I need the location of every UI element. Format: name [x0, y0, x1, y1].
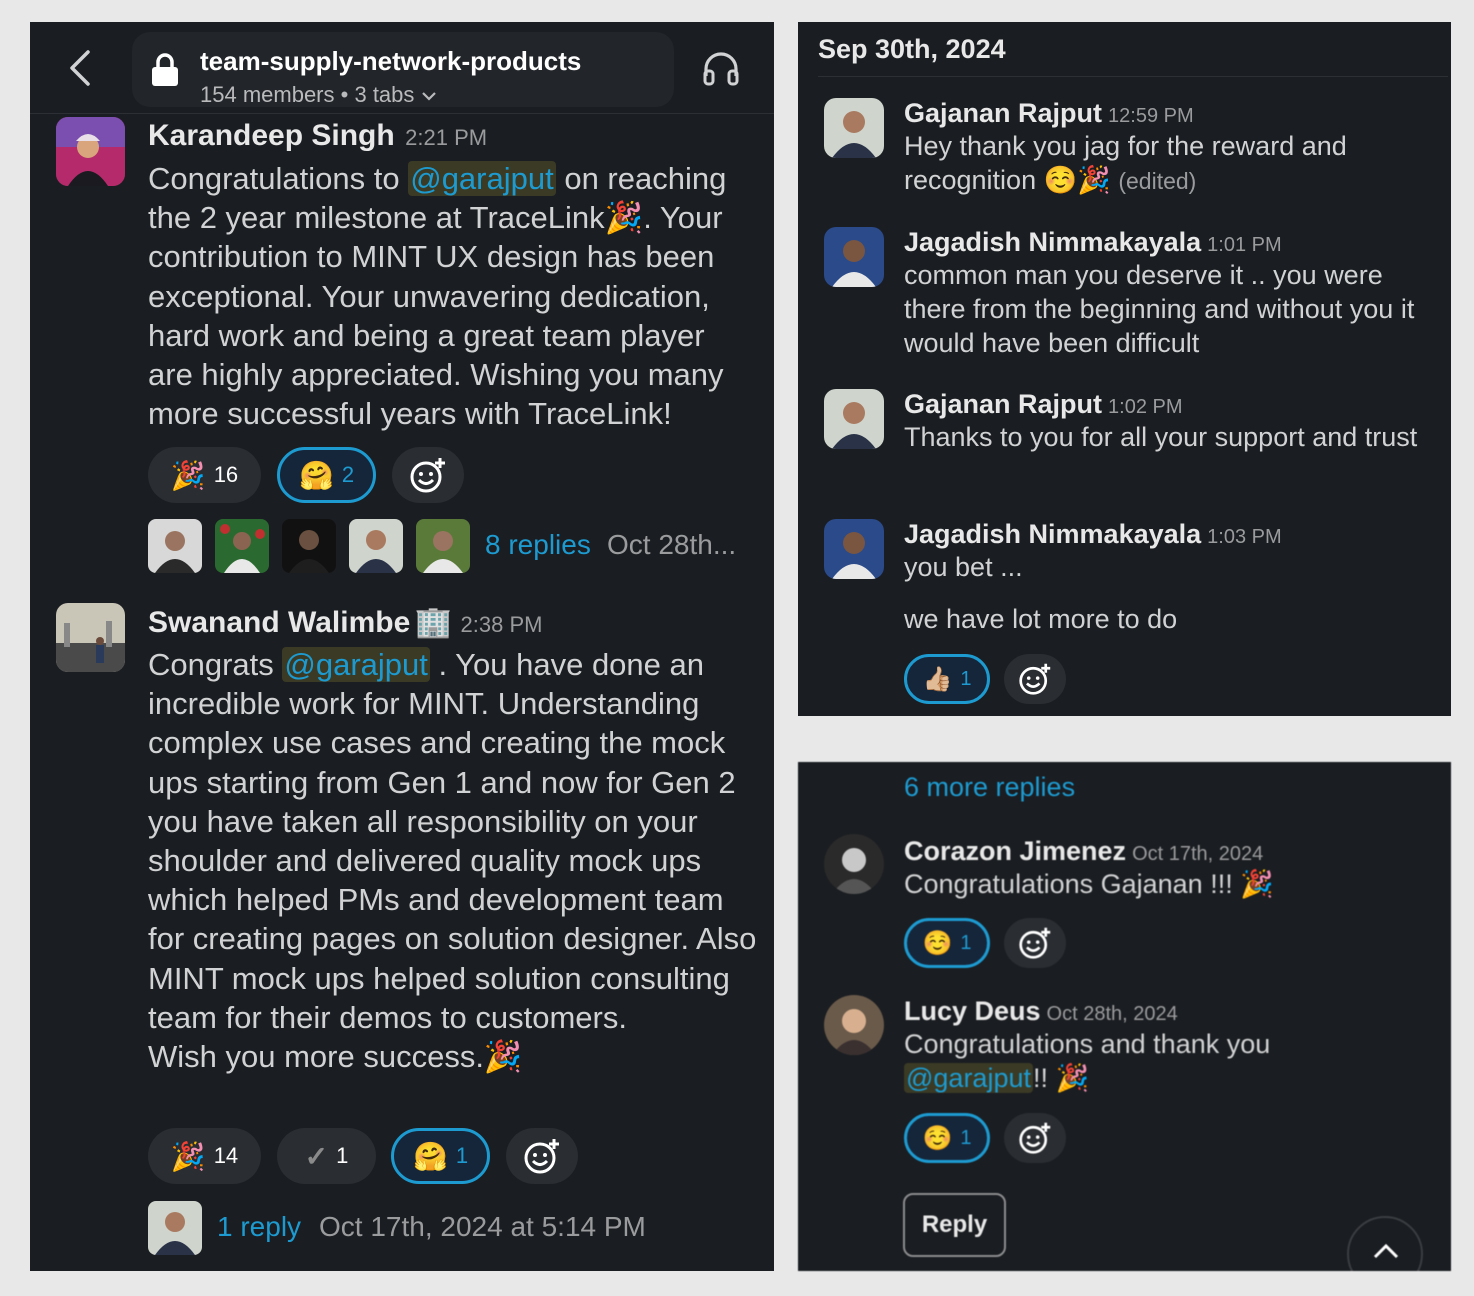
- message-body: Congrats @garajput . You have done an in…: [148, 647, 757, 1075]
- user-mention[interactable]: @garajput: [282, 647, 430, 682]
- reaction-smile[interactable]: ☺️ 1: [904, 918, 990, 968]
- author-name[interactable]: Gajanan Rajput: [904, 98, 1102, 128]
- author-name[interactable]: Lucy Deus: [904, 996, 1041, 1026]
- replies-link[interactable]: 1 reply: [217, 1211, 301, 1243]
- replies-link[interactable]: 8 replies: [485, 529, 591, 561]
- avatar[interactable]: [824, 98, 884, 158]
- avatar[interactable]: [56, 117, 125, 186]
- reaction-tada[interactable]: 🎉 16: [148, 447, 261, 503]
- author-name[interactable]: Karandeep Singh: [148, 119, 395, 152]
- user-mention[interactable]: @garajput: [904, 1063, 1033, 1093]
- author-name[interactable]: Corazon Jimenez: [904, 836, 1126, 866]
- add-emoji-icon: [1019, 663, 1051, 695]
- timestamp: Oct 28th, 2024: [1046, 1003, 1178, 1025]
- timestamp: 1:02 PM: [1108, 396, 1183, 418]
- timestamp: 2:21 PM: [405, 125, 488, 150]
- replier-avatar: [148, 519, 202, 573]
- message-body: Thanks to you for all your support and t…: [904, 422, 1418, 452]
- timestamp: 1:01 PM: [1207, 234, 1282, 256]
- date-divider: Sep 30th, 2024: [818, 34, 1006, 64]
- member-count: 154 members: [200, 82, 335, 107]
- add-reaction-button[interactable]: [1004, 654, 1066, 704]
- back-chevron-icon[interactable]: [66, 50, 94, 86]
- user-mention[interactable]: @garajput: [408, 161, 556, 196]
- author-name[interactable]: Jagadish Nimmakayala: [904, 519, 1201, 549]
- chevron-up-icon: [1373, 1243, 1399, 1259]
- author-name[interactable]: Swanand Walimbe: [148, 606, 410, 639]
- add-emoji-icon: [1019, 1122, 1051, 1154]
- channel-info-button[interactable]: team-supply-network-products 154 members…: [132, 32, 674, 107]
- thread-message: Gajanan Rajput 1:02 PM Thanks to you for …: [904, 389, 1434, 454]
- thread-message: Jagadish Nimmakayala 1:03 PM you bet ... …: [904, 519, 1434, 636]
- thread-panel-top: Sep 30th, 2024 Gajanan Rajput 12:59 PM He…: [798, 22, 1451, 716]
- replier-avatar: [349, 519, 403, 573]
- timestamp: 1:03 PM: [1207, 526, 1282, 548]
- avatar[interactable]: [56, 603, 125, 672]
- reaction-hug[interactable]: 🤗 2: [277, 447, 376, 503]
- lock-icon: [152, 53, 178, 86]
- add-reaction-button[interactable]: [392, 447, 464, 503]
- separator-dot: •: [340, 82, 349, 107]
- timestamp: 12:59 PM: [1108, 105, 1194, 127]
- add-reaction-button[interactable]: [1004, 1113, 1066, 1163]
- replier-avatar: [416, 519, 470, 573]
- avatar[interactable]: [824, 227, 884, 287]
- reaction-smile[interactable]: ☺️ 1: [904, 1113, 990, 1163]
- reaction-thumbs-up[interactable]: 👍🏼 1: [904, 654, 990, 704]
- replier-avatar: [215, 519, 269, 573]
- last-reply-date: Oct 28th...: [607, 529, 737, 560]
- thread-message: Jagadish Nimmakayala 1:01 PM common man y…: [904, 227, 1434, 360]
- channel-name: team-supply-network-products: [200, 46, 582, 76]
- avatar[interactable]: [824, 389, 884, 449]
- tabs-count: 3 tabs: [354, 82, 415, 107]
- channel-subtitle: 154 members • 3 tabs: [200, 82, 437, 108]
- reply-button[interactable]: Reply: [903, 1193, 1006, 1257]
- thread-message: Corazon Jimenez Oct 17th, 2024 Congratula…: [904, 836, 1434, 901]
- thread-message: Gajanan Rajput 12:59 PM Hey thank you jag…: [904, 98, 1434, 198]
- message-header: Swanand Walimbe 🏢 2:38 PM: [148, 605, 542, 640]
- thread-panel-bottom: 6 more replies Corazon Jimenez Oct 17th, …: [798, 762, 1451, 1271]
- add-emoji-icon: [1019, 927, 1051, 959]
- add-reaction-button[interactable]: [506, 1128, 578, 1184]
- add-emoji-icon: [524, 1139, 559, 1174]
- timestamp: 2:38 PM: [460, 612, 543, 637]
- reaction-hug[interactable]: 🤗 1: [391, 1128, 490, 1184]
- timestamp: Oct 17th, 2024: [1132, 843, 1264, 865]
- channel-panel: team-supply-network-products 154 members…: [30, 22, 774, 1271]
- scroll-up-button[interactable]: [1347, 1216, 1423, 1271]
- message-body: common man you deserve it .. you were th…: [904, 260, 1415, 358]
- message-body: Hey thank you jag for the reward and rec…: [904, 131, 1347, 195]
- message-header: Karandeep Singh 2:21 PM: [148, 119, 487, 153]
- thread-message: Lucy Deus Oct 28th, 2024 Congratulations …: [904, 996, 1434, 1095]
- author-name[interactable]: Jagadish Nimmakayala: [904, 227, 1201, 257]
- reaction-check[interactable]: ✓ 1: [277, 1128, 376, 1184]
- add-reaction-button[interactable]: [1004, 918, 1066, 968]
- headphones-icon[interactable]: [702, 50, 740, 86]
- message-body: Congratulations and thank you @garajput!…: [904, 1029, 1271, 1093]
- last-reply-date: Oct 17th, 2024 at 5:14 PM: [319, 1211, 646, 1242]
- message-body: we have lot more to do: [904, 604, 1178, 634]
- status-emoji: 🏢: [414, 606, 453, 639]
- author-name[interactable]: Gajanan Rajput: [904, 389, 1102, 419]
- divider: [818, 76, 1448, 77]
- message-body: Congratulations to @garajput on reaching…: [148, 161, 727, 432]
- replier-avatar: [148, 1201, 202, 1255]
- avatar[interactable]: [824, 995, 884, 1055]
- reaction-tada[interactable]: 🎉 14: [148, 1128, 261, 1184]
- more-replies-link[interactable]: 6 more replies: [904, 772, 1075, 803]
- chevron-down-icon: [421, 92, 436, 101]
- replier-avatar: [282, 519, 336, 573]
- avatar[interactable]: [824, 519, 884, 579]
- add-emoji-icon: [410, 458, 445, 493]
- message-body: you bet ...: [904, 552, 1023, 582]
- avatar[interactable]: [824, 834, 884, 894]
- channel-header: team-supply-network-products 154 members…: [30, 22, 774, 114]
- edited-label: (edited): [1118, 168, 1197, 194]
- message-body: Congratulations Gajanan !!! 🎉: [904, 869, 1274, 899]
